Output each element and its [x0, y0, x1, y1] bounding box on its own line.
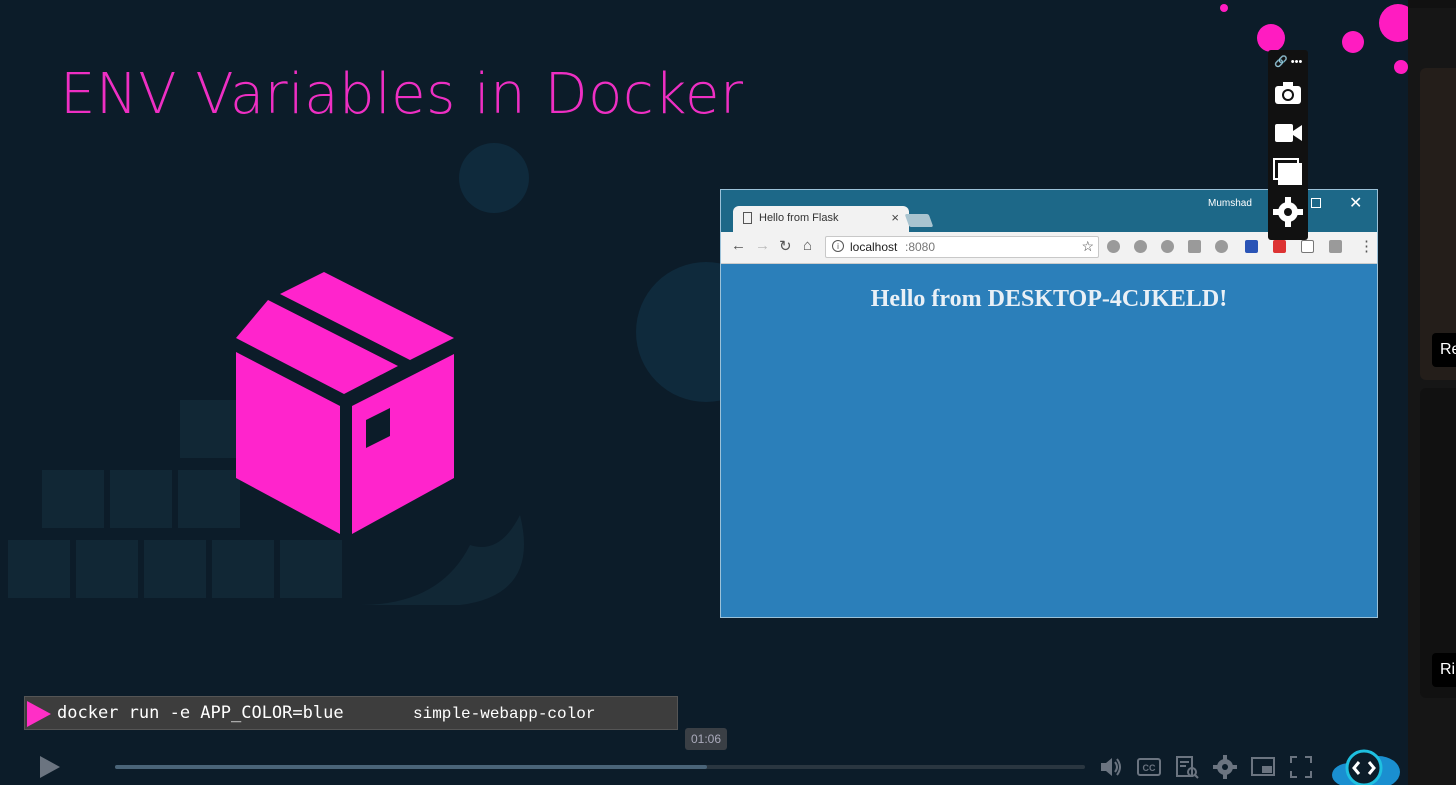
svg-text:CC: CC [1143, 763, 1156, 773]
url-port: :8080 [905, 240, 936, 254]
info-icon[interactable]: i [832, 240, 844, 252]
captions-icon[interactable]: CC [1136, 754, 1162, 780]
extension-icon[interactable] [1273, 240, 1286, 253]
extension-icon[interactable] [1301, 240, 1314, 253]
back-icon[interactable]: ← [731, 237, 746, 254]
camera-icon[interactable] [1272, 78, 1304, 108]
progress-fill [115, 765, 707, 769]
video-stage[interactable]: ENV Variables in Docker Hello from Flask… [0, 0, 1408, 785]
slide-title: ENV Variables in Docker [60, 62, 744, 127]
camera-extension-icon[interactable] [1188, 240, 1201, 253]
video-camera-icon[interactable] [1272, 118, 1304, 148]
extension-icon[interactable] [1134, 240, 1147, 253]
time-tooltip: 01:06 [685, 728, 727, 750]
settings-gear-icon[interactable] [1212, 754, 1238, 780]
fullscreen-icon[interactable] [1288, 754, 1314, 780]
extension-icon[interactable] [1329, 240, 1342, 253]
reload-icon[interactable]: ↻ [779, 237, 792, 255]
home-icon[interactable]: ⌂ [803, 237, 812, 254]
decor-dot [1220, 4, 1228, 12]
capture-toolbar[interactable]: 🔗 ••• [1268, 50, 1308, 240]
extension-icon[interactable] [1245, 240, 1258, 253]
sidebar-card[interactable] [1420, 388, 1456, 698]
document-icon [743, 212, 752, 224]
sidebar-item-label[interactable]: Re [1432, 333, 1456, 367]
decor-dot [1379, 4, 1408, 42]
command-text: docker run -e APP_COLOR=blue [57, 703, 344, 723]
browser-menu-icon[interactable]: ⋮ [1359, 237, 1374, 255]
maximize-icon[interactable] [1311, 198, 1321, 208]
decor-dot [1394, 60, 1408, 74]
bookmark-star-icon[interactable]: ☆ [1081, 238, 1094, 255]
package-icon [236, 272, 454, 534]
forward-icon[interactable]: → [755, 237, 770, 254]
window-capture-icon[interactable] [1272, 157, 1304, 187]
volume-icon[interactable] [1098, 754, 1124, 780]
window-close-icon[interactable]: ✕ [1349, 193, 1362, 213]
browser-window[interactable]: Hello from Flask × Mumshad ✕ ← → ↻ ⌂ i l… [720, 189, 1378, 618]
command-image-name: simple-webapp-color [413, 705, 596, 723]
capture-toolbar-header[interactable]: 🔗 ••• [1274, 55, 1302, 68]
sidebar-item-label[interactable]: Ri [1432, 653, 1456, 687]
transcript-icon[interactable] [1174, 754, 1200, 780]
extension-icon[interactable] [1107, 240, 1120, 253]
extension-icon[interactable] [1215, 240, 1228, 253]
gear-icon[interactable] [1272, 197, 1304, 227]
picture-in-picture-icon[interactable] [1250, 754, 1276, 780]
kodekloud-logo-icon [1332, 749, 1400, 785]
extension-icon[interactable] [1161, 240, 1174, 253]
url-host: localhost [850, 240, 898, 254]
decor-dot [1257, 24, 1285, 52]
address-bar[interactable]: i localhost :8080 ☆ [825, 236, 1099, 258]
new-tab-button[interactable] [904, 214, 934, 227]
browser-tab[interactable]: Hello from Flask × [733, 206, 909, 232]
command-banner: docker run -e APP_COLOR=blue simple-weba… [24, 696, 678, 730]
page-heading: Hello from DESKTOP-4CJKELD! [870, 286, 1228, 312]
bg-circle-small [459, 143, 529, 213]
decor-dot [1342, 31, 1364, 53]
tab-close-icon[interactable]: × [891, 210, 899, 225]
play-icon[interactable] [40, 756, 60, 778]
tab-title: Hello from Flask [759, 212, 839, 224]
right-sidebar: Re Ri [1408, 8, 1456, 785]
profile-name[interactable]: Mumshad [1208, 198, 1252, 209]
prompt-arrow-icon [27, 701, 51, 727]
progress-bar[interactable] [115, 765, 1085, 769]
